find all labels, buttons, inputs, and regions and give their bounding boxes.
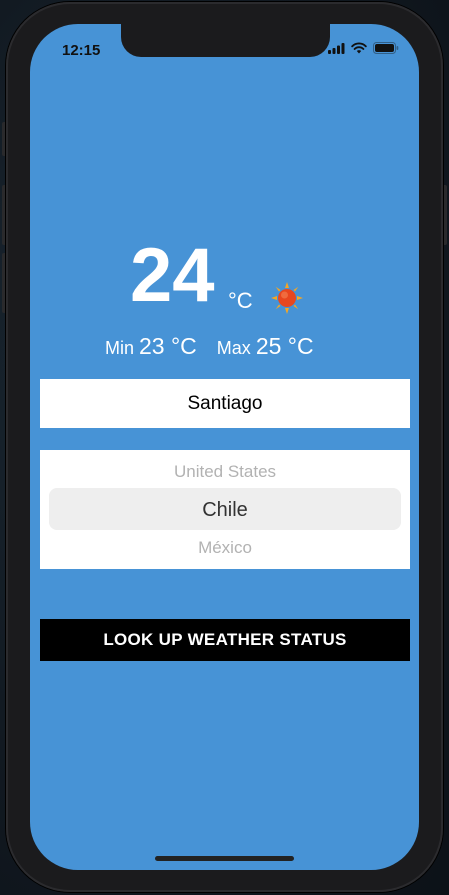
picker-option[interactable]: México — [40, 538, 410, 558]
temperature-unit: °C — [228, 288, 253, 313]
max-value: 25 °C — [255, 333, 314, 359]
city-input[interactable]: Santiago — [40, 379, 410, 428]
battery-icon — [373, 42, 399, 54]
min-max-row: Min 23 °C Max 25 °C — [105, 333, 314, 360]
status-time: 12:15 — [62, 42, 101, 59]
signal-icon — [328, 42, 345, 54]
max-label: Max — [216, 338, 251, 358]
home-indicator[interactable] — [155, 856, 294, 861]
picker-selected-option[interactable]: Chile — [40, 499, 410, 522]
app-screen: 12:15 24 °C Min 23 °C Max 25 °C Santiago… — [30, 24, 419, 870]
status-icons — [328, 42, 399, 54]
notch — [121, 24, 330, 57]
lookup-weather-button[interactable]: LOOK UP WEATHER STATUS — [40, 619, 410, 661]
min-value: 23 °C — [139, 333, 197, 359]
min-label: Min — [105, 338, 135, 358]
temperature-value: 24 — [130, 233, 215, 318]
wifi-icon — [351, 42, 367, 54]
picker-option[interactable]: United States — [40, 462, 410, 482]
country-picker[interactable]: United States Chile México — [40, 450, 410, 569]
sun-icon — [271, 282, 303, 314]
